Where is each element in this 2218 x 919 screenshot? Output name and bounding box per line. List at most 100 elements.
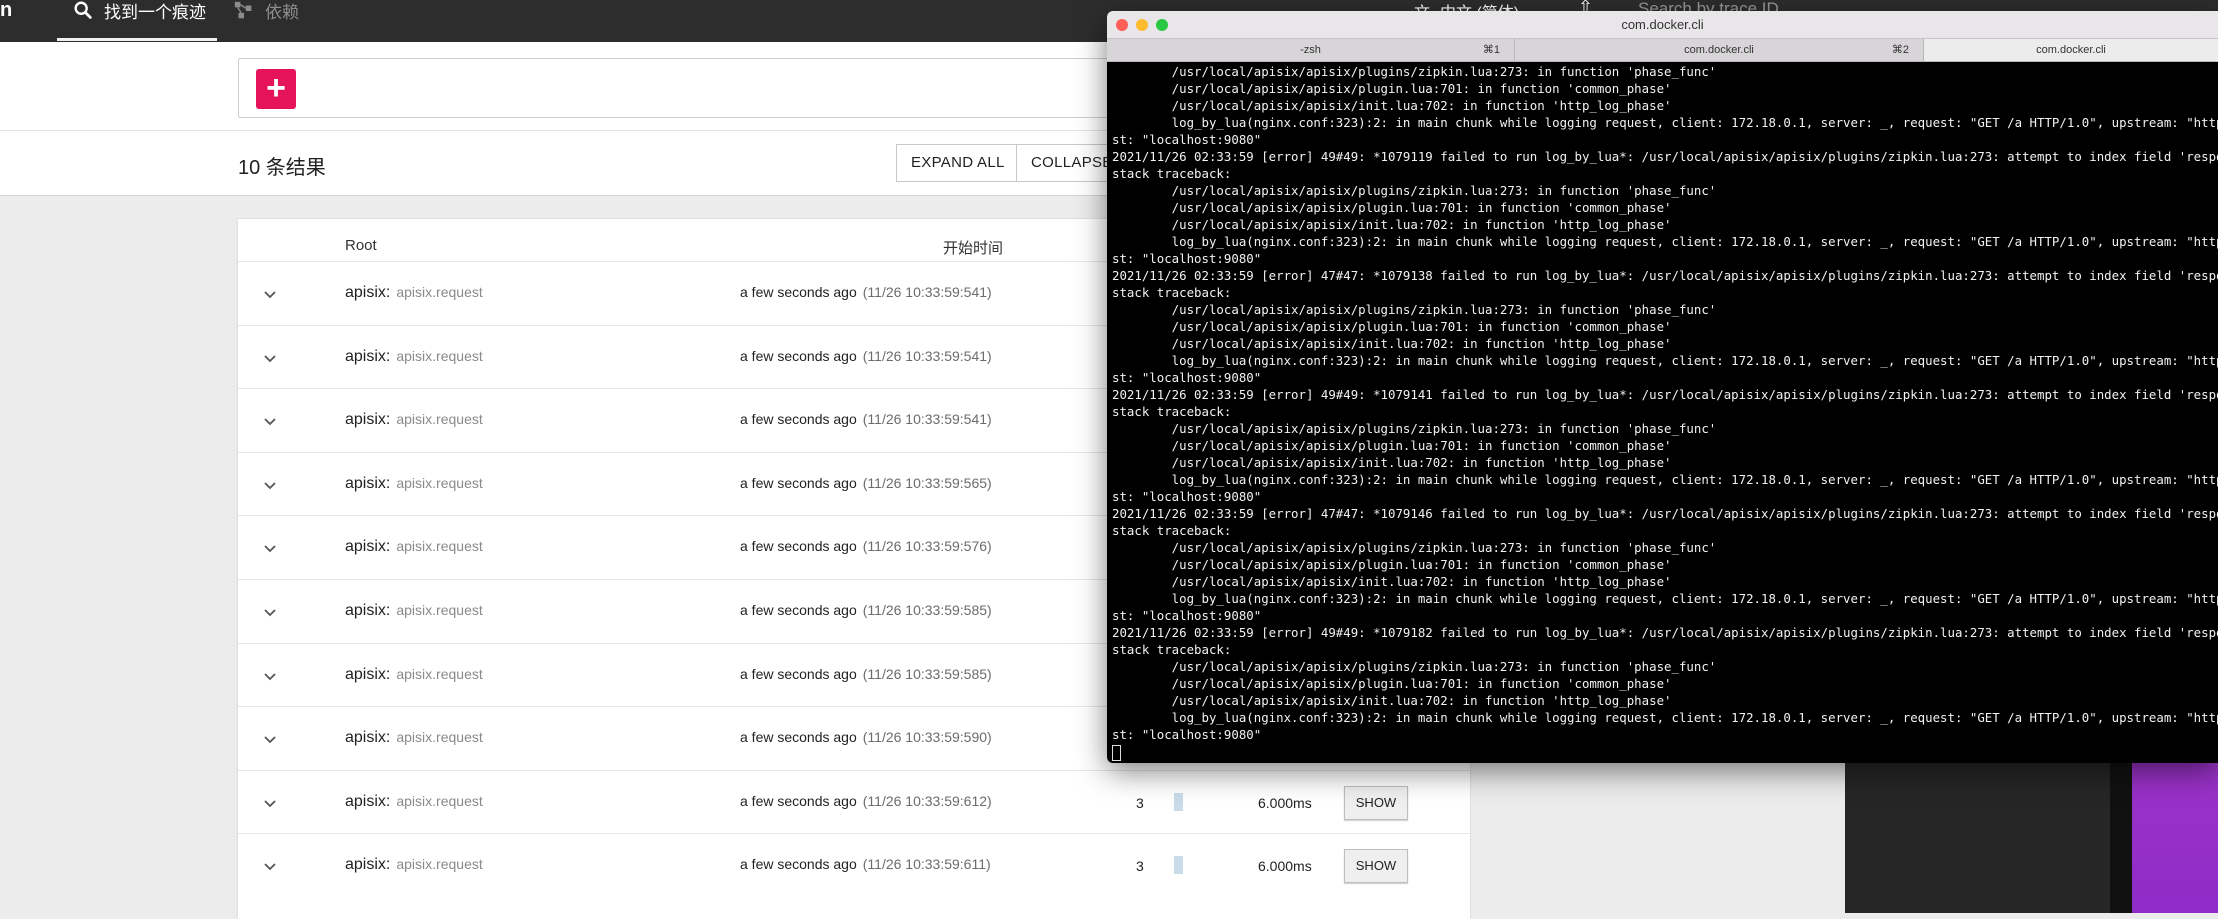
terminal-line: 2021/11/26 02:33:59 [error] 49#49: *1079… bbox=[1112, 149, 2218, 164]
service-name: apisix: bbox=[345, 729, 391, 747]
terminal-line: st: "localhost:9080" bbox=[1112, 370, 1262, 385]
tab-shortcut: ⌘2 bbox=[1891, 44, 1909, 56]
terminal-tab-docker-2[interactable]: com.docker.cli bbox=[1924, 39, 2218, 61]
terminal-line: /usr/local/apisix/apisix/plugins/zipkin.… bbox=[1112, 659, 1717, 674]
span-name: apisix.request bbox=[396, 792, 483, 809]
span-count: 3 bbox=[1136, 794, 1144, 811]
terminal-line: /usr/local/apisix/apisix/init.lua:702: i… bbox=[1112, 217, 1672, 232]
relative-time: a few seconds ago bbox=[740, 729, 857, 746]
service-name: apisix: bbox=[345, 474, 391, 492]
duration-bar bbox=[1174, 856, 1183, 875]
relative-time: a few seconds ago bbox=[740, 411, 857, 428]
terminal-line: 2021/11/26 02:33:59 [error] 47#47: *1079… bbox=[1112, 506, 2218, 521]
span-name: apisix.request bbox=[396, 729, 483, 746]
absolute-time: (11/26 10:33:59:585) bbox=[862, 602, 992, 618]
terminal-line: log_by_lua(nginx.conf:323):2: in main ch… bbox=[1112, 710, 2218, 725]
span-name: apisix.request bbox=[396, 411, 483, 428]
span-name: apisix.request bbox=[396, 856, 483, 873]
duration-bar bbox=[1174, 792, 1183, 811]
chevron-down-icon[interactable] bbox=[260, 856, 280, 876]
terminal-line: /usr/local/apisix/apisix/init.lua:702: i… bbox=[1112, 693, 1672, 708]
absolute-time: (11/26 10:33:59:585) bbox=[862, 665, 992, 682]
root-service: apisix: apisix.request bbox=[345, 348, 483, 366]
tab-shortcut: ⌘1 bbox=[1482, 44, 1500, 56]
nav-active-indicator bbox=[57, 38, 217, 41]
terminal-line: /usr/local/apisix/apisix/plugin.lua:701:… bbox=[1112, 319, 1672, 334]
chevron-down-icon[interactable] bbox=[260, 602, 280, 622]
service-name: apisix: bbox=[345, 284, 391, 301]
results-count: 10 条结果 bbox=[238, 157, 326, 179]
root-service: apisix: apisix.request bbox=[345, 602, 483, 620]
span-name: apisix.request bbox=[396, 347, 483, 364]
brand-logo: n bbox=[0, 0, 13, 21]
start-time: a few seconds ago (11/26 10:33:59:585) bbox=[740, 602, 992, 618]
relative-time: a few seconds ago bbox=[740, 665, 857, 682]
terminal-titlebar[interactable]: com.docker.cli bbox=[1107, 11, 2218, 39]
root-service: apisix: apisix.request bbox=[345, 856, 483, 874]
chevron-down-icon[interactable] bbox=[260, 411, 280, 431]
terminal-line: st: "localhost:9080" bbox=[1112, 727, 1262, 742]
terminal-output[interactable]: /usr/local/apisix/apisix/plugins/zipkin.… bbox=[1112, 63, 2218, 763]
chevron-down-icon[interactable] bbox=[260, 538, 280, 558]
chevron-down-icon[interactable] bbox=[260, 666, 280, 686]
start-time: a few seconds ago (11/26 10:33:59:590) bbox=[740, 729, 992, 745]
absolute-time: (11/26 10:33:59:576) bbox=[862, 538, 992, 555]
nav-dependencies[interactable]: 依赖 bbox=[233, 0, 299, 22]
duration: 6.000ms bbox=[1258, 794, 1312, 811]
terminal-line: stack traceback: bbox=[1112, 404, 1232, 419]
start-time: a few seconds ago (11/26 10:33:59:585) bbox=[740, 666, 992, 682]
service-name: apisix: bbox=[345, 411, 391, 429]
absolute-time: (11/26 10:33:59:541) bbox=[862, 347, 992, 364]
start-time: a few seconds ago (11/26 10:33:59:541) bbox=[740, 348, 992, 364]
terminal-tab-zsh[interactable]: -zsh ⌘1 bbox=[1107, 39, 1515, 61]
terminal-line: /usr/local/apisix/apisix/plugin.lua:701:… bbox=[1112, 557, 1672, 572]
terminal-line: stack traceback: bbox=[1112, 523, 1232, 538]
root-service: apisix: apisix.request bbox=[345, 729, 483, 747]
absolute-time: (11/26 10:33:59:590) bbox=[862, 729, 992, 746]
show-trace-button[interactable]: SHOW bbox=[1344, 785, 1408, 820]
chevron-down-icon[interactable] bbox=[260, 348, 280, 368]
service-name: apisix: bbox=[345, 602, 391, 619]
add-criteria-button[interactable]: + bbox=[256, 69, 296, 109]
root-service: apisix: apisix.request bbox=[345, 793, 483, 811]
span-name: apisix.request bbox=[396, 665, 483, 682]
search-icon bbox=[74, 1, 92, 19]
tab-label: com.docker.cli bbox=[2036, 44, 2106, 56]
terminal-line: stack traceback: bbox=[1112, 166, 1232, 181]
terminal-line: 2021/11/26 02:33:59 [error] 49#49: *1079… bbox=[1112, 387, 2218, 402]
absolute-time: (11/26 10:33:59:612) bbox=[862, 792, 992, 809]
terminal-line: /usr/local/apisix/apisix/init.lua:702: i… bbox=[1112, 574, 1672, 589]
nav-find-label: 找到一个痕迹 bbox=[104, 3, 206, 22]
column-header-start-time[interactable]: 开始时间 bbox=[943, 237, 1003, 258]
relative-time: a few seconds ago bbox=[740, 856, 857, 873]
show-trace-button[interactable]: SHOW bbox=[1344, 849, 1408, 884]
table-row[interactable]: apisix: apisix.request a few seconds ago (1… bbox=[238, 769, 1470, 834]
start-time: a few seconds ago (11/26 10:33:59:611) bbox=[740, 856, 991, 872]
chevron-down-icon[interactable] bbox=[260, 284, 280, 304]
nav-find-trace[interactable]: 找到一个痕迹 bbox=[72, 0, 206, 22]
start-time: a few seconds ago (11/26 10:33:59:612) bbox=[740, 793, 992, 809]
span-name: apisix.request bbox=[396, 284, 483, 300]
chevron-down-icon[interactable] bbox=[260, 475, 280, 495]
terminal-line: /usr/local/apisix/apisix/plugins/zipkin.… bbox=[1112, 540, 1717, 555]
chevron-down-icon[interactable] bbox=[260, 793, 280, 813]
terminal-tab-docker-1[interactable]: com.docker.cli ⌘2 bbox=[1515, 39, 1924, 61]
table-row[interactable]: apisix: apisix.request a few seconds ago (1… bbox=[238, 833, 1470, 897]
absolute-time: (11/26 10:33:59:541) bbox=[862, 411, 992, 428]
relative-time: a few seconds ago bbox=[740, 347, 857, 364]
absolute-time: (11/26 10:33:59:565) bbox=[862, 474, 992, 491]
service-name: apisix: bbox=[345, 792, 391, 810]
root-service: apisix: apisix.request bbox=[345, 284, 483, 302]
terminal-prompt[interactable] bbox=[1112, 743, 2218, 761]
root-service: apisix: apisix.request bbox=[345, 666, 483, 684]
terminal-line: 2021/11/26 02:33:59 [error] 49#49: *1079… bbox=[1112, 625, 2218, 640]
span-count: 3 bbox=[1136, 858, 1144, 875]
expand-all-button[interactable]: EXPAND ALL bbox=[896, 144, 1020, 182]
column-header-root[interactable]: Root bbox=[345, 237, 377, 254]
text-cursor bbox=[1112, 744, 1121, 761]
span-name: apisix.request bbox=[396, 602, 483, 618]
root-service: apisix: apisix.request bbox=[345, 475, 483, 493]
terminal-line: st: "localhost:9080" bbox=[1112, 608, 1262, 623]
chevron-down-icon[interactable] bbox=[260, 729, 280, 749]
terminal-line: /usr/local/apisix/apisix/plugins/zipkin.… bbox=[1112, 421, 1717, 436]
